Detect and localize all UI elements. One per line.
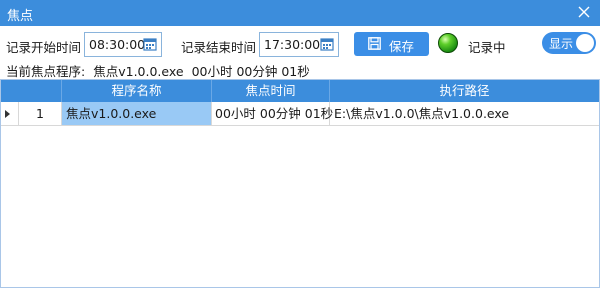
header-focus-time[interactable]: 焦点时间 bbox=[212, 80, 330, 102]
cell-program-name[interactable]: 焦点v1.0.0.exe bbox=[62, 102, 212, 125]
save-button-label: 保存 bbox=[389, 39, 415, 54]
header-row-indicator bbox=[1, 80, 62, 102]
title-bar: 焦点 bbox=[0, 0, 600, 26]
header-program-name[interactable]: 程序名称 bbox=[62, 80, 212, 102]
recording-status-label: 记录中 bbox=[468, 40, 506, 55]
window-title: 焦点 bbox=[7, 9, 34, 24]
row-pointer-icon bbox=[5, 110, 10, 118]
header-exec-path[interactable]: 执行路径 bbox=[330, 80, 599, 102]
start-time-picker[interactable]: 08:30:00 bbox=[84, 32, 162, 57]
current-focus-duration: 00小时 00分钟 01秒 bbox=[191, 64, 310, 79]
calendar-icon[interactable] bbox=[143, 37, 157, 51]
start-time-value[interactable]: 08:30:00 bbox=[89, 37, 145, 52]
calendar-icon[interactable] bbox=[320, 37, 334, 51]
row-selector[interactable] bbox=[1, 102, 19, 125]
current-focus-label: 当前焦点程序: bbox=[6, 64, 86, 79]
row-index: 1 bbox=[19, 102, 62, 125]
display-toggle[interactable]: 显示 bbox=[542, 32, 596, 54]
table-row[interactable]: 1 焦点v1.0.0.exe 00小时 00分钟 01秒 E:\焦点v1.0.0… bbox=[1, 102, 599, 126]
table-header: 程序名称 焦点时间 执行路径 bbox=[1, 80, 599, 102]
end-time-picker[interactable]: 17:30:00 bbox=[259, 32, 339, 57]
cell-focus-time[interactable]: 00小时 00分钟 01秒 bbox=[212, 102, 333, 125]
start-time-label: 记录开始时间 bbox=[6, 40, 82, 55]
focus-records-table[interactable]: 程序名称 焦点时间 执行路径 1 焦点v1.0.0.exe 00小时 00分钟 … bbox=[0, 79, 600, 288]
recording-status-led-icon bbox=[438, 33, 458, 53]
end-time-value[interactable]: 17:30:00 bbox=[264, 37, 320, 52]
close-icon[interactable] bbox=[577, 3, 591, 21]
current-focus-program: 焦点v1.0.0.exe bbox=[93, 64, 184, 79]
current-focus-line: 当前焦点程序: 焦点v1.0.0.exe 00小时 00分钟 01秒 bbox=[6, 61, 318, 80]
display-toggle-label: 显示 bbox=[549, 37, 574, 51]
toolbar: 记录开始时间 08:30:00 记录结束时间 17:30:00 保存 记录中 显… bbox=[0, 26, 600, 60]
cell-exec-path[interactable]: E:\焦点v1.0.0\焦点v1.0.0.exe bbox=[330, 102, 599, 125]
end-time-label: 记录结束时间 bbox=[181, 40, 257, 55]
save-button[interactable]: 保存 bbox=[354, 32, 429, 56]
toggle-knob[interactable] bbox=[576, 34, 594, 52]
save-icon bbox=[368, 37, 381, 50]
